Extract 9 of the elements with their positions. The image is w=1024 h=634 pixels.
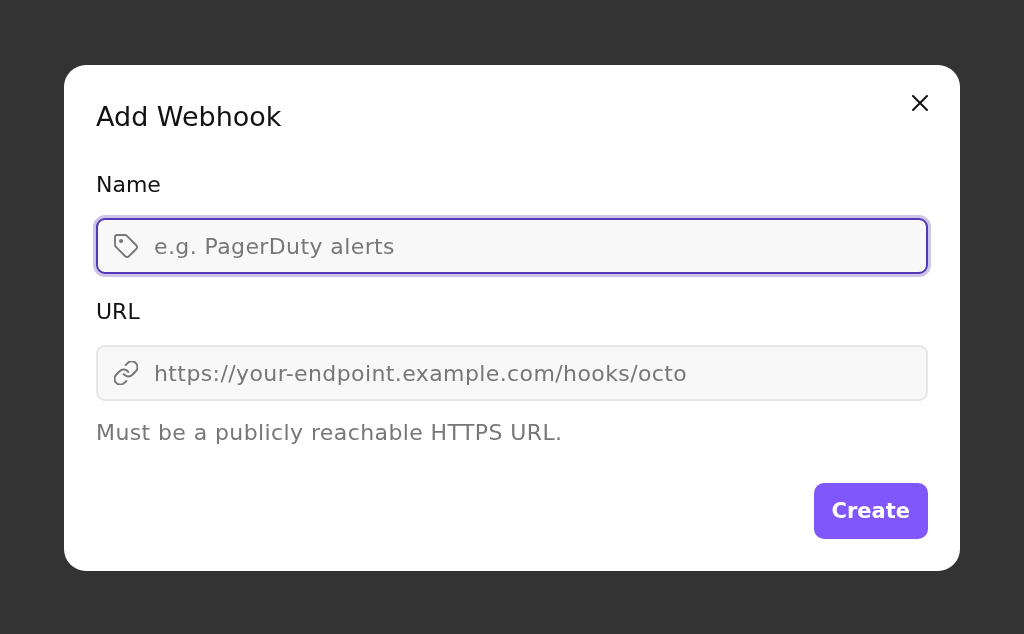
field-label: Name — [96, 173, 161, 197]
close-icon — [912, 95, 928, 111]
hint-text: Must be a publicly reachable HTTPS URL. — [96, 421, 563, 445]
input-field[interactable]: e.g. PagerDuty alerts — [96, 218, 928, 274]
create-button[interactable]: Create — [813, 483, 928, 539]
field-label: URL — [96, 300, 140, 324]
dialog-title: Add Webhook — [96, 101, 282, 133]
link-icon — [114, 361, 138, 385]
tag-icon — [114, 234, 138, 258]
